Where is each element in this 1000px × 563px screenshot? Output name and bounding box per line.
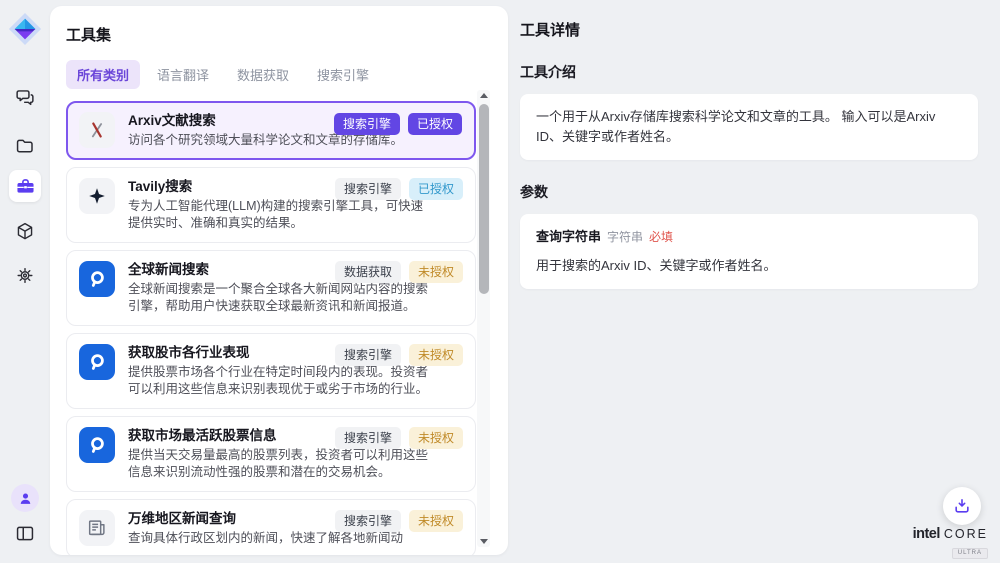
chat-icon <box>15 87 36 108</box>
news-search-icon <box>79 344 115 380</box>
folder-icon <box>15 136 36 157</box>
badges: 数据获取 未授权 <box>335 261 463 283</box>
tool-desc: 提供当天交易量最高的股票列表，投资者可以利用这些信息来识别流动性强的股票和潜在的… <box>128 447 428 481</box>
sidebar-item-files[interactable] <box>15 136 36 157</box>
auth-status-badge: 已授权 <box>408 113 462 135</box>
param-desc: 用于搜索的Arxiv ID、关键字或作者姓名。 <box>536 256 962 276</box>
intel-core-logo: intel CORE ULTRA <box>913 526 988 559</box>
detail-title: 工具详情 <box>520 19 978 40</box>
param-card: 查询字符串 字符串 必填 用于搜索的Arxiv ID、关键字或作者姓名。 <box>520 214 978 289</box>
user-icon <box>17 490 34 507</box>
toolbox-icon <box>15 176 36 197</box>
tab-all-categories[interactable]: 所有类别 <box>66 60 140 89</box>
sidebar-item-collapse[interactable] <box>15 523 36 544</box>
category-tabs: 所有类别 语言翻译 数据获取 搜索引擎 <box>66 60 508 89</box>
category-badge: 搜索引擎 <box>335 344 401 366</box>
gear-icon <box>15 265 36 286</box>
auth-status-badge: 未授权 <box>409 261 463 283</box>
tool-card-active-stocks[interactable]: 获取市场最活跃股票信息 提供当天交易量最高的股票列表，投资者可以利用这些信息来识… <box>66 416 476 492</box>
badges: 搜索引擎 未授权 <box>335 510 463 532</box>
arxiv-x-icon <box>79 112 115 148</box>
tool-card-arxiv[interactable]: Arxiv文献搜索 访问各个研究领域大量科学论文和文章的存储库。 搜索引擎 已授… <box>66 101 476 160</box>
tool-card-stock-sectors[interactable]: 获取股市各行业表现 提供股票市场各个行业在特定时间段内的表现。投资者可以利用这些… <box>66 333 476 409</box>
sidebar-item-packages[interactable] <box>15 221 36 242</box>
tab-search-engine[interactable]: 搜索引擎 <box>306 60 380 89</box>
app-logo <box>8 12 42 46</box>
badges: 搜索引擎 已授权 <box>335 178 463 200</box>
intel-core-wordmark: intel CORE <box>913 526 988 542</box>
param-head: 查询字符串 字符串 必填 <box>536 227 962 247</box>
tab-data-fetch[interactable]: 数据获取 <box>226 60 300 89</box>
intel-product-text: CORE <box>944 527 988 541</box>
news-search-icon <box>79 427 115 463</box>
intro-text: 一个用于从Arxiv存储库搜索科学论文和文章的工具。 输入可以是Arxiv ID… <box>536 109 935 144</box>
category-badge: 搜索引擎 <box>335 178 401 200</box>
newspaper-icon <box>79 510 115 546</box>
params-heading: 参数 <box>520 182 978 202</box>
category-badge: 搜索引擎 <box>335 427 401 449</box>
intel-tier-badge: ULTRA <box>952 548 988 559</box>
page-title: 工具集 <box>66 24 508 45</box>
param-name: 查询字符串 <box>536 227 601 247</box>
tavily-star-icon <box>79 178 115 214</box>
tool-card-list: Arxiv文献搜索 访问各个研究领域大量科学论文和文章的存储库。 搜索引擎 已授… <box>66 101 476 555</box>
scroll-up-arrow-icon[interactable] <box>480 93 488 98</box>
tool-card-regional-news[interactable]: 万维地区新闻查询 查询具体行政区划内的新闻，快速了解各地新闻动 搜索引擎 未授权 <box>66 499 476 555</box>
auth-status-badge: 未授权 <box>409 344 463 366</box>
sidebar-item-tools-active[interactable] <box>9 170 41 202</box>
download-button[interactable] <box>943 487 981 525</box>
badges: 搜索引擎 未授权 <box>335 427 463 449</box>
tool-card-tavily[interactable]: Tavily搜索 专为人工智能代理(LLM)构建的搜索引擎工具，可快速提供实时、… <box>66 167 476 243</box>
tool-card-global-news[interactable]: 全球新闻搜索 全球新闻搜索是一个聚合全球各大新闻网站内容的搜索引擎，帮助用户快速… <box>66 250 476 326</box>
intro-heading: 工具介绍 <box>520 62 978 82</box>
badges: 搜索引擎 已授权 <box>334 113 462 135</box>
intel-brand-text: intel <box>913 526 940 542</box>
tool-detail-panel: 工具详情 工具介绍 一个用于从Arxiv存储库搜索科学论文和文章的工具。 输入可… <box>520 0 978 289</box>
news-search-icon <box>79 261 115 297</box>
intro-card: 一个用于从Arxiv存储库搜索科学论文和文章的工具。 输入可以是Arxiv ID… <box>520 94 978 160</box>
category-badge: 搜索引擎 <box>334 113 400 135</box>
sidebar-item-settings[interactable] <box>15 265 36 286</box>
tool-desc: 专为人工智能代理(LLM)构建的搜索引擎工具，可快速提供实时、准确和真实的结果。 <box>128 198 428 232</box>
param-required-badge: 必填 <box>649 227 673 247</box>
tool-desc: 全球新闻搜索是一个聚合全球各大新闻网站内容的搜索引擎，帮助用户快速获取全球最新资… <box>128 281 428 315</box>
tool-desc: 提供股票市场各个行业在特定时间段内的表现。投资者可以利用这些信息来识别表现优于或… <box>128 364 428 398</box>
param-type: 字符串 <box>607 227 643 247</box>
scrollbar-thumb[interactable] <box>479 104 489 294</box>
sidebar-item-account[interactable] <box>11 484 39 512</box>
download-icon <box>952 496 972 516</box>
sidebar-item-chat[interactable] <box>15 87 36 108</box>
auth-status-badge: 已授权 <box>409 178 463 200</box>
tool-desc: 查询具体行政区划内的新闻，快速了解各地新闻动 <box>128 530 403 547</box>
cube-icon <box>15 221 36 242</box>
auth-status-badge: 未授权 <box>409 427 463 449</box>
auth-status-badge: 未授权 <box>409 510 463 532</box>
tool-list-panel: 工具集 所有类别 语言翻译 数据获取 搜索引擎 Arxiv文献搜索 访问各个研究… <box>50 6 508 555</box>
category-badge: 数据获取 <box>335 261 401 283</box>
sidebar-rail <box>0 0 50 563</box>
gem-logo-icon <box>8 12 42 46</box>
scroll-down-arrow-icon[interactable] <box>480 539 488 544</box>
tab-language-translation[interactable]: 语言翻译 <box>146 60 220 89</box>
category-badge: 搜索引擎 <box>335 510 401 532</box>
badges: 搜索引擎 未授权 <box>335 344 463 366</box>
list-scrollbar[interactable] <box>477 90 490 547</box>
panel-layout-icon <box>15 523 36 544</box>
